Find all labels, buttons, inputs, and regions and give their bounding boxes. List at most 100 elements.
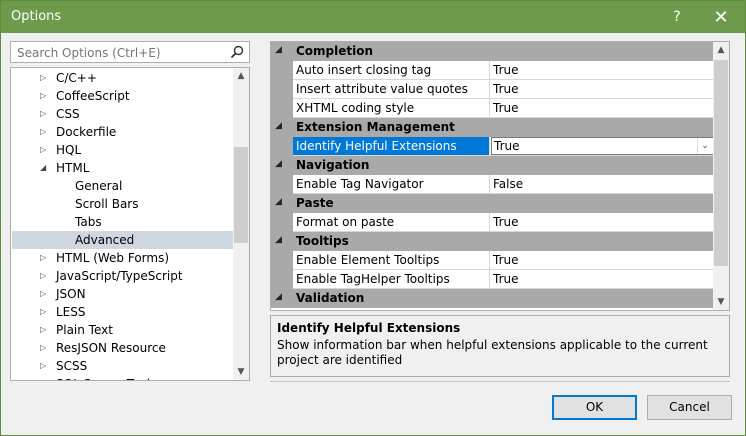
grid-scrollbar-thumb[interactable] [714,60,728,266]
grid-property-row[interactable]: Format on paste True [271,213,714,232]
property-name[interactable]: Enable Element Tooltips [293,251,490,269]
grid-property-row[interactable]: Enable Tag Navigator False [271,175,714,194]
expand-arrow-icon[interactable]: ▷ [40,87,50,105]
scroll-down-icon[interactable]: ▼ [233,364,249,380]
property-value[interactable]: True [493,99,714,117]
grid-property-row[interactable]: XHTML coding style True [271,99,714,118]
tree-item-label: HQL [56,143,82,157]
tree-item[interactable]: General [12,177,234,195]
tree-item[interactable]: ▷ JavaScript/TypeScript [12,267,234,285]
collapse-category-icon[interactable]: ◢ [275,292,287,302]
grid-property-row[interactable]: Insert attribute value quotes True [271,80,714,99]
grid-property-row[interactable]: Identify Helpful Extensions True ⌄ [271,137,714,156]
grid-scrollbar[interactable]: ▲ ▼ [713,42,729,310]
expand-arrow-icon[interactable]: ▷ [40,105,50,123]
tree-item[interactable]: ▷ HTML (Web Forms) [12,249,234,267]
property-value[interactable]: True [493,251,714,269]
tree-item[interactable]: ◢ HTML [12,159,234,177]
search-input[interactable] [15,44,229,62]
expand-arrow-icon[interactable]: ▷ [40,339,50,357]
tree-item-label: Dockerfile [56,125,117,139]
property-value-dropdown[interactable]: True ⌄ [491,137,714,155]
scroll-up-icon[interactable]: ▲ [233,68,249,84]
grid-property-row[interactable]: Enable Element Tooltips True [271,251,714,270]
property-value[interactable]: True [493,270,714,288]
grid-category[interactable]: ◢ Tooltips [271,232,714,251]
description-text: Show information bar when helpful extens… [277,338,708,367]
tree-item-label: JavaScript/TypeScript [56,269,183,283]
search-box[interactable] [10,41,250,63]
collapse-category-icon[interactable]: ◢ [275,45,287,55]
search-icon[interactable] [229,44,245,60]
collapse-category-icon[interactable]: ◢ [275,197,287,207]
tree-item[interactable]: ▷ Plain Text [12,321,234,339]
tree-item[interactable]: ▷ JSON [12,285,234,303]
expand-arrow-icon[interactable]: ▷ [40,267,50,285]
tree-scrollbar[interactable]: ▲ ▼ [233,68,249,380]
expand-arrow-icon[interactable]: ▷ [40,69,50,87]
category-label: Tooltips [296,234,349,248]
property-value[interactable]: True [493,213,714,231]
ok-button[interactable]: OK [552,395,637,420]
property-name[interactable]: Insert attribute value quotes [293,80,490,98]
tree-item[interactable]: ▷ SCSS [12,357,234,375]
collapse-category-icon[interactable]: ◢ [275,159,287,169]
row-gutter [271,61,293,80]
property-value[interactable]: False [493,175,714,193]
chevron-down-icon[interactable]: ⌄ [697,138,712,154]
property-value[interactable]: True [493,80,714,98]
property-name[interactable]: Identify Helpful Extensions [293,137,490,155]
grid-scroll-up-icon[interactable]: ▲ [713,42,729,58]
tree-item-label: Advanced [75,233,135,247]
tree-item[interactable]: ▷ HQL [12,141,234,159]
tree-item[interactable]: ▷ LESS [12,303,234,321]
property-name[interactable]: XHTML coding style [293,99,490,117]
close-icon: ✕ [713,6,729,28]
tree-item[interactable]: ▷ CoffeeScript [12,87,234,105]
expand-arrow-icon[interactable]: ▷ [40,249,50,267]
tree-item-label: CoffeeScript [56,89,130,103]
grid-scroll-down-icon[interactable]: ▼ [713,294,729,310]
grid-category[interactable]: ◢ Validation [271,289,714,308]
options-tree[interactable]: ▷SQL Server Tools▷SCSS▷ResJSON Resource▷… [10,67,250,381]
expand-arrow-icon[interactable]: ▷ [40,321,50,339]
category-label: Completion [296,44,374,58]
cancel-button[interactable]: Cancel [647,395,732,420]
grid-category[interactable]: ◢ Navigation [271,156,714,175]
tree-scrollbar-thumb[interactable] [234,147,248,243]
property-name[interactable]: Enable Tag Navigator [293,175,490,193]
collapse-category-icon[interactable]: ◢ [275,235,287,245]
expand-arrow-icon[interactable]: ▷ [40,303,50,321]
tree-item[interactable]: ▷ SQL Server Tools [12,375,234,380]
tree-item-label: Tabs [75,215,102,229]
tree-item[interactable]: Advanced [12,231,234,249]
expand-arrow-icon[interactable]: ▷ [40,375,50,380]
grid-property-row[interactable]: Enable TagHelper Tooltips True [271,270,714,289]
grid-category[interactable]: ◢ Extension Management [271,118,714,137]
property-name[interactable]: Auto insert closing tag [293,61,490,79]
property-name[interactable]: Format on paste [293,213,490,231]
collapse-arrow-icon[interactable]: ◢ [40,159,50,177]
expand-arrow-icon[interactable]: ▷ [40,357,50,375]
property-value[interactable]: True [493,61,714,79]
grid-category[interactable]: ◢ Paste [271,194,714,213]
grid-category[interactable]: ◢ Completion [271,42,714,61]
row-gutter [271,99,293,118]
help-button[interactable]: ? [657,1,697,33]
grid-property-row[interactable]: Auto insert closing tag True [271,61,714,80]
tree-item[interactable]: Tabs [12,213,234,231]
tree-item[interactable]: ▷ C/C++ [12,69,234,87]
expand-arrow-icon[interactable]: ▷ [40,285,50,303]
property-name[interactable]: Enable TagHelper Tooltips [293,270,490,288]
expand-arrow-icon[interactable]: ▷ [40,141,50,159]
tree-item[interactable]: ▷ Dockerfile [12,123,234,141]
property-grid[interactable]: ◢ Validation Enable TagHelper Tooltips True… [270,41,730,311]
close-button[interactable]: ✕ [701,1,741,33]
tree-item[interactable]: ▷ CSS [12,105,234,123]
collapse-category-icon[interactable]: ◢ [275,121,287,131]
tree-item[interactable]: ▷ ResJSON Resource [12,339,234,357]
expand-arrow-icon[interactable]: ▷ [40,123,50,141]
property-value-text: True [493,82,519,96]
tree-item[interactable]: Scroll Bars [12,195,234,213]
tree-item-label: LESS [56,305,86,319]
